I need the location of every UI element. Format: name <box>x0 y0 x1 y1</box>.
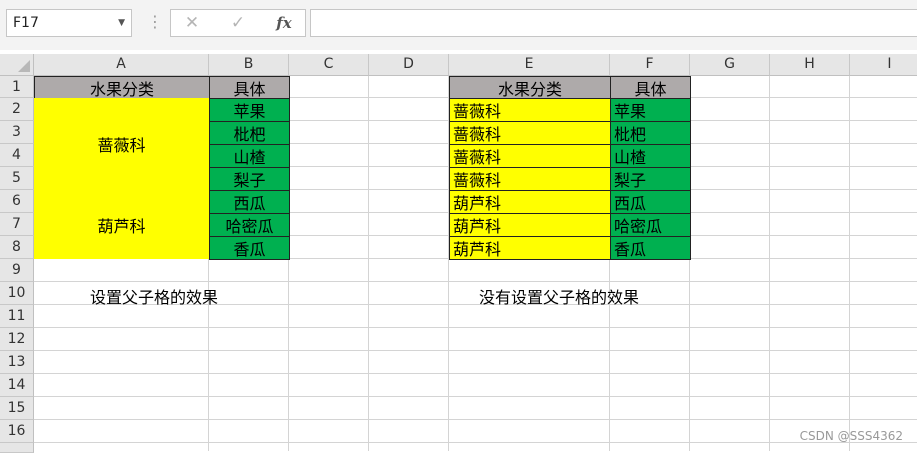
table1-item-cell[interactable]: 哈密瓜 <box>209 213 290 237</box>
table2-category-cell[interactable]: 蔷薇科 <box>449 121 611 145</box>
table2-header-category[interactable]: 水果分类 <box>449 76 611 99</box>
gridline <box>34 373 917 374</box>
row-header-6[interactable]: 6 <box>0 190 34 213</box>
name-box-value: F17 <box>13 15 39 31</box>
column-header-i[interactable]: I <box>850 54 917 76</box>
table1-merged-category[interactable]: 蔷薇科 <box>34 98 209 190</box>
row-header-7[interactable]: 7 <box>0 213 34 236</box>
column-header-f[interactable]: F <box>610 54 690 76</box>
row-header-8[interactable]: 8 <box>0 236 34 259</box>
gridline <box>34 419 917 420</box>
gridline <box>34 396 917 397</box>
column-header-b[interactable]: B <box>209 54 289 76</box>
table1-header-item[interactable]: 具体 <box>209 76 290 99</box>
table1-item-cell[interactable]: 枇杷 <box>209 121 290 145</box>
column-header-a[interactable]: A <box>34 54 209 76</box>
row-header-9[interactable]: 9 <box>0 259 34 282</box>
select-all-icon <box>18 60 30 72</box>
cancel-icon[interactable]: ✕ <box>175 10 209 36</box>
gridline <box>34 442 917 443</box>
watermark: CSDN @SSS4362 <box>799 429 903 443</box>
row-header-5[interactable]: 5 <box>0 167 34 190</box>
column-header-h[interactable]: H <box>770 54 850 76</box>
table2-category-cell[interactable]: 葫芦科 <box>449 236 611 260</box>
table2-category-cell[interactable]: 蔷薇科 <box>449 98 611 122</box>
select-all-button[interactable] <box>0 54 34 76</box>
table2-caption[interactable]: 没有设置父子格的效果 <box>479 284 639 308</box>
table1-item-cell[interactable]: 梨子 <box>209 167 290 191</box>
row-header-4[interactable]: 4 <box>0 144 34 167</box>
table2-item-cell[interactable]: 哈密瓜 <box>610 213 691 237</box>
row-header-12[interactable]: 12 <box>0 328 34 351</box>
chevron-down-icon[interactable]: ▼ <box>118 10 125 36</box>
row-header-11[interactable]: 11 <box>0 305 34 328</box>
gridline <box>34 327 917 328</box>
table2-category-cell[interactable]: 蔷薇科 <box>449 144 611 168</box>
table2-item-cell[interactable]: 西瓜 <box>610 190 691 214</box>
column-header-e[interactable]: E <box>449 54 610 76</box>
row-header-1[interactable]: 1 <box>0 76 34 98</box>
table1-header-category[interactable]: 水果分类 <box>34 76 210 99</box>
table2-header-item[interactable]: 具体 <box>610 76 691 99</box>
table1-merged-category[interactable]: 葫芦科 <box>34 190 209 259</box>
gridline <box>849 76 850 451</box>
row-header-10[interactable]: 10 <box>0 282 34 305</box>
table1-item-cell[interactable]: 苹果 <box>209 98 290 122</box>
row-header-13[interactable]: 13 <box>0 351 34 374</box>
gridline <box>34 281 917 282</box>
row-header-3[interactable]: 3 <box>0 121 34 144</box>
gridline <box>34 350 917 351</box>
table2-item-cell[interactable]: 香瓜 <box>610 236 691 260</box>
table2-item-cell[interactable]: 苹果 <box>610 98 691 122</box>
row-header-14[interactable]: 14 <box>0 374 34 397</box>
table1-item-cell[interactable]: 西瓜 <box>209 190 290 214</box>
row-header-17[interactable] <box>0 443 34 453</box>
row-header-15[interactable]: 15 <box>0 397 34 420</box>
row-header-2[interactable]: 2 <box>0 98 34 121</box>
formula-input[interactable] <box>310 9 917 37</box>
formula-buttons: ✕ ✓ fx <box>170 9 306 37</box>
column-header-c[interactable]: C <box>289 54 369 76</box>
table2-category-cell[interactable]: 葫芦科 <box>449 190 611 214</box>
drag-handle-icon[interactable]: ⋮ <box>147 12 163 32</box>
row-header-16[interactable]: 16 <box>0 420 34 443</box>
table2-item-cell[interactable]: 山楂 <box>610 144 691 168</box>
name-box[interactable]: F17 ▼ <box>6 9 132 37</box>
table1-caption[interactable]: 设置父子格的效果 <box>90 284 218 308</box>
table2-item-cell[interactable]: 梨子 <box>610 167 691 191</box>
table2-category-cell[interactable]: 葫芦科 <box>449 213 611 237</box>
table2-category-cell[interactable]: 蔷薇科 <box>449 167 611 191</box>
formula-bar: F17 ▼ ⋮ ✕ ✓ fx <box>0 0 917 50</box>
gridline <box>769 76 770 451</box>
column-header-g[interactable]: G <box>690 54 770 76</box>
insert-function-icon[interactable]: fx <box>267 10 301 36</box>
table1-item-cell[interactable]: 山楂 <box>209 144 290 168</box>
table1-item-cell[interactable]: 香瓜 <box>209 236 290 260</box>
table2-item-cell[interactable]: 枇杷 <box>610 121 691 145</box>
gridline <box>368 76 369 451</box>
enter-icon[interactable]: ✓ <box>221 10 255 36</box>
column-header-d[interactable]: D <box>369 54 449 76</box>
